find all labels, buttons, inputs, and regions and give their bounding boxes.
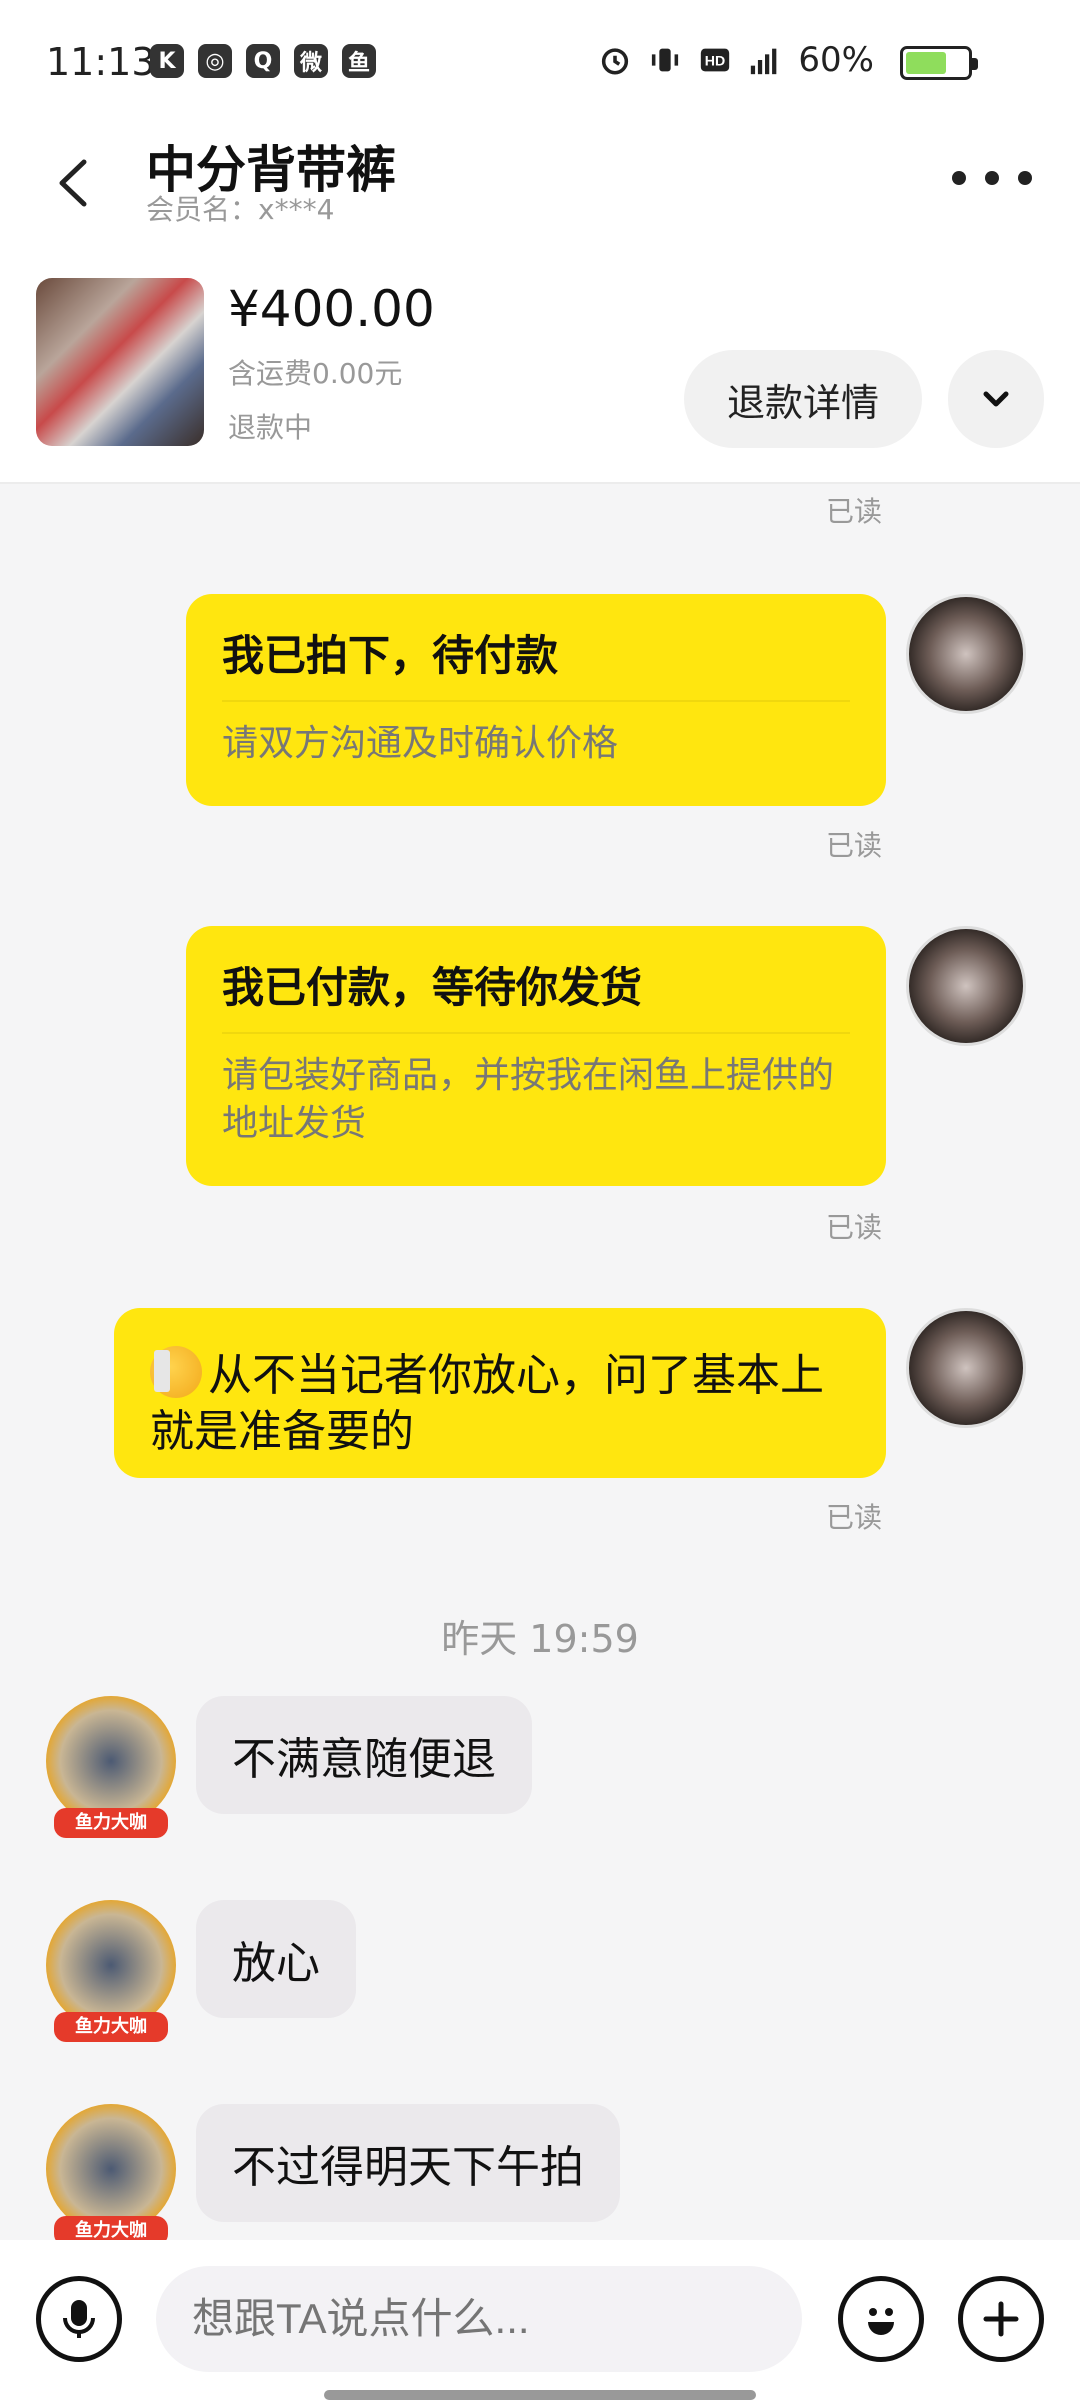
card-title: 我已付款，等待你发货 [222,963,643,1012]
expand-button[interactable] [948,350,1044,448]
card-subtitle: 请包装好商品，并按我在闲鱼上提供的地址发货 [222,1055,835,1144]
read-receipt: 已读 [826,829,883,862]
other-message-bubble[interactable]: 不过得明天下午拍 [196,2104,620,2222]
app-notification-icon: ◎ [198,44,232,78]
input-bar [0,2240,1080,2408]
voice-button[interactable] [36,2276,122,2362]
message-input[interactable] [156,2266,802,2372]
card-divider [222,700,850,702]
seller-avatar[interactable]: 鱼力大咖 [36,2098,186,2248]
card-divider [222,1032,850,1034]
weibo-icon: 微 [294,44,328,78]
avatar-badge: 鱼力大咖 [54,2012,168,2042]
order-status: 退款中 [228,411,313,444]
other-message-bubble[interactable]: 不满意随便退 [196,1696,532,1814]
card-subtitle: 请双方沟通及时确认价格 [222,723,619,764]
message-content: 从不当记者你放心，问了基本上就是准备要的 [150,1346,846,1460]
message-text: 从不当记者你放心，问了基本上就是准备要的 [150,1350,824,1457]
seller-avatar[interactable]: 鱼力大咖 [36,1690,186,1840]
idle-fish-icon: 鱼 [342,44,376,78]
avatar-badge: 鱼力大咖 [54,1808,168,1838]
status-bar: 11:13 K ◎ Q 微 鱼 HD 60% [0,0,1080,120]
product-price: ¥400.00 [228,280,435,338]
peeking-face-emoji-icon [150,1346,202,1398]
vibrate-icon [652,48,679,72]
signal-icon [751,48,777,75]
chat-header: 中分背带裤 会员名：x***4 [0,120,1080,250]
read-receipt: 已读 [826,1501,883,1534]
avatar-image [46,1900,176,2030]
more-options-icon[interactable] [952,150,1032,206]
avatar-image [46,1696,176,1826]
emoji-button[interactable] [838,2276,924,2362]
svg-text:HD: HD [705,54,725,70]
microphone-icon [63,2300,95,2338]
avatar-image [46,2104,176,2234]
member-name: 会员名：x***4 [146,193,335,226]
notification-icons: K ◎ Q 微 鱼 [150,44,376,78]
product-thumbnail[interactable] [36,278,204,446]
product-card[interactable]: ¥400.00 含运费0.00元 退款中 退款详情 [0,250,1080,484]
smiley-icon [868,2308,894,2335]
my-avatar[interactable] [906,1308,1026,1428]
message-text: 放心 [232,1938,320,1989]
message-timestamp: 昨天 19:59 [441,1617,639,1661]
q-app-icon: Q [246,44,280,78]
read-receipt: 已读 [826,495,883,528]
chevron-down-icon [983,391,1009,407]
refund-details-button[interactable]: 退款详情 [684,350,922,448]
alarm-icon [602,48,629,75]
kuaishou-icon: K [150,44,184,78]
hd-icon: HD [701,48,730,72]
back-icon[interactable] [40,148,110,218]
my-avatar[interactable] [906,926,1026,1046]
add-button[interactable] [958,2276,1044,2362]
shipping-fee: 含运费0.00元 [228,357,403,390]
order-card-placed[interactable]: 我已拍下，待付款 请双方沟通及时确认价格 [186,594,886,806]
my-avatar[interactable] [906,594,1026,714]
chat-screen: 11:13 K ◎ Q 微 鱼 HD 60% 中分背带裤 会员名：x***4 ¥… [0,0,1080,2408]
card-title: 我已拍下，待付款 [222,631,559,680]
read-receipt: 已读 [826,1211,883,1244]
other-message-bubble[interactable]: 放心 [196,1900,356,2018]
order-card-paid[interactable]: 我已付款，等待你发货 请包装好商品，并按我在闲鱼上提供的地址发货 [186,926,886,1186]
home-indicator[interactable] [324,2390,756,2400]
message-text: 不过得明天下午拍 [232,2142,584,2193]
status-time: 11:13 [46,40,156,84]
seller-avatar[interactable]: 鱼力大咖 [36,1894,186,2044]
plus-icon [983,2301,1019,2337]
message-text: 不满意随便退 [232,1734,496,1785]
battery-icon [900,46,978,80]
battery-text: 60% [798,40,874,80]
my-message-bubble[interactable]: 从不当记者你放心，问了基本上就是准备要的 [114,1308,886,1478]
